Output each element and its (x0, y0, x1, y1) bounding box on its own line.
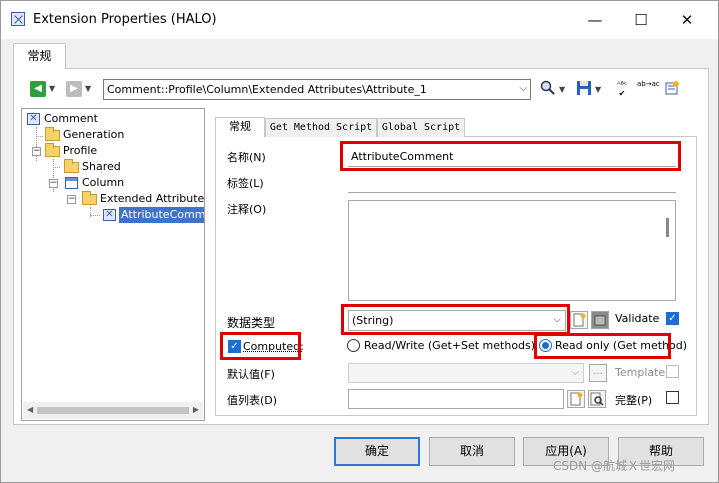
properties-icon[interactable] (663, 80, 681, 98)
complete-checkbox[interactable] (666, 391, 679, 404)
template-label: Template (615, 366, 666, 379)
find-values-button[interactable] (588, 390, 606, 408)
tree-item-label: AttributeComment (119, 207, 204, 223)
tree-line (90, 215, 100, 216)
new-document-icon (573, 313, 586, 327)
object-tree[interactable]: − − − ✕ Comment Generation Profile Share… (21, 108, 205, 421)
save-icon[interactable] (575, 80, 593, 98)
spell-check-glyph: ᴬᴮᶜ (617, 80, 627, 89)
tree-item-label: Comment (44, 112, 98, 125)
scroll-thumb[interactable] (666, 218, 669, 237)
highlight-box (341, 304, 570, 335)
tab-general-outer[interactable]: 常规 (13, 43, 66, 69)
new-datatype-button[interactable] (570, 311, 588, 329)
forward-arrow-icon[interactable]: ▶ (66, 81, 82, 97)
comment-scrollbar[interactable] (661, 201, 675, 300)
tab-global-script[interactable]: Global Script (377, 118, 465, 137)
tab-general[interactable]: 常规 (215, 117, 265, 137)
tree-item-label: Column (82, 176, 125, 189)
tree-item-label: Profile (63, 144, 98, 157)
ok-button[interactable]: 确定 (334, 437, 420, 466)
highlight-box (340, 141, 681, 171)
scroll-right-icon[interactable]: ▶ (193, 405, 199, 414)
tree-expander-column[interactable]: − (49, 179, 58, 188)
back-arrow-icon[interactable]: ◀ (30, 81, 46, 97)
properties-icon (594, 315, 606, 326)
readwrite-label: Read/Write (Get+Set methods) (364, 339, 536, 352)
properties-dialog: Extension Properties (HALO) — ☐ ✕ 常规 ◀ ▼… (0, 0, 719, 483)
label-field[interactable] (348, 173, 676, 193)
tab-get-method-script[interactable]: Get Method Script (265, 118, 377, 137)
save-dropdown-icon[interactable]: ▼ (595, 85, 601, 94)
watermark: CSDN @航城Ｘ世宏网 (553, 459, 676, 473)
datatype-properties-button[interactable] (591, 311, 609, 329)
validate-label: Validate (615, 312, 660, 325)
cancel-button[interactable]: 取消 (429, 437, 515, 466)
app-icon (11, 12, 25, 26)
find-icon (590, 392, 604, 406)
scroll-thumb[interactable] (37, 407, 189, 414)
new-values-button[interactable] (567, 390, 585, 408)
back-dropdown-icon[interactable]: ▼ (49, 84, 55, 93)
folder-icon (45, 127, 60, 141)
tree-horizontal-scrollbar[interactable]: ◀ ▶ (23, 402, 203, 419)
title-bar: Extension Properties (HALO) — ☐ ✕ (1, 1, 718, 39)
comment-label: 注释(O) (227, 203, 267, 216)
comment-textarea[interactable] (348, 200, 676, 301)
replace-icon[interactable]: ab→ac (637, 80, 660, 98)
path-combobox[interactable]: Comment::Profile\Column\Extended Attribu… (103, 79, 531, 100)
validate-checkbox[interactable]: ✓ (666, 312, 679, 325)
replace-glyph: ab→ac (637, 80, 660, 88)
tree-line (53, 167, 60, 168)
values-label: 值列表(D) (227, 394, 278, 407)
template-checkbox[interactable] (666, 365, 679, 378)
close-button[interactable]: ✕ (664, 5, 710, 35)
folder-icon (45, 143, 60, 157)
window-title: Extension Properties (HALO) (33, 12, 217, 27)
chevron-down-icon[interactable]: ⌵ (571, 367, 579, 378)
extension-icon: ✕ (27, 113, 40, 125)
default-combobox[interactable]: ⌵ (348, 363, 584, 383)
chevron-down-icon[interactable]: ⌵ (519, 83, 527, 94)
label-label: 标签(L) (227, 177, 264, 190)
values-field[interactable] (348, 389, 564, 409)
folder-icon (64, 159, 79, 173)
complete-label: 完整(P) (615, 394, 653, 407)
scroll-left-icon[interactable]: ◀ (27, 405, 33, 414)
default-label: 默认值(F) (227, 368, 275, 381)
forward-dropdown-icon[interactable]: ▼ (85, 84, 91, 93)
maximize-button[interactable]: ☐ (618, 5, 664, 35)
find-icon[interactable] (539, 80, 557, 98)
readwrite-radio[interactable] (347, 339, 360, 352)
tree-item-label: Generation (63, 128, 125, 141)
find-dropdown-icon[interactable]: ▼ (559, 85, 565, 94)
minimize-button[interactable]: — (572, 5, 618, 35)
tree-expander-profile[interactable]: − (32, 147, 41, 156)
browse-button[interactable]: ... (589, 364, 607, 382)
folder-icon (82, 191, 97, 205)
highlight-box (534, 333, 671, 359)
table-icon (65, 177, 78, 189)
tree-item-label: Shared (82, 160, 121, 173)
path-text: Comment::Profile\Column\Extended Attribu… (107, 83, 427, 96)
tree-item-label: Extended Attributes (100, 192, 205, 205)
new-document-icon (570, 392, 583, 406)
tree-line (36, 136, 43, 137)
tree-expander-extended-attributes[interactable]: − (67, 195, 76, 204)
name-label: 名称(N) (227, 151, 266, 164)
extended-attribute-icon: ✕ (103, 209, 116, 221)
spell-check-icon[interactable]: ᴬᴮᶜ ✔ (613, 80, 631, 98)
highlight-box (220, 332, 301, 360)
datatype-label: 数据类型 (227, 316, 276, 330)
